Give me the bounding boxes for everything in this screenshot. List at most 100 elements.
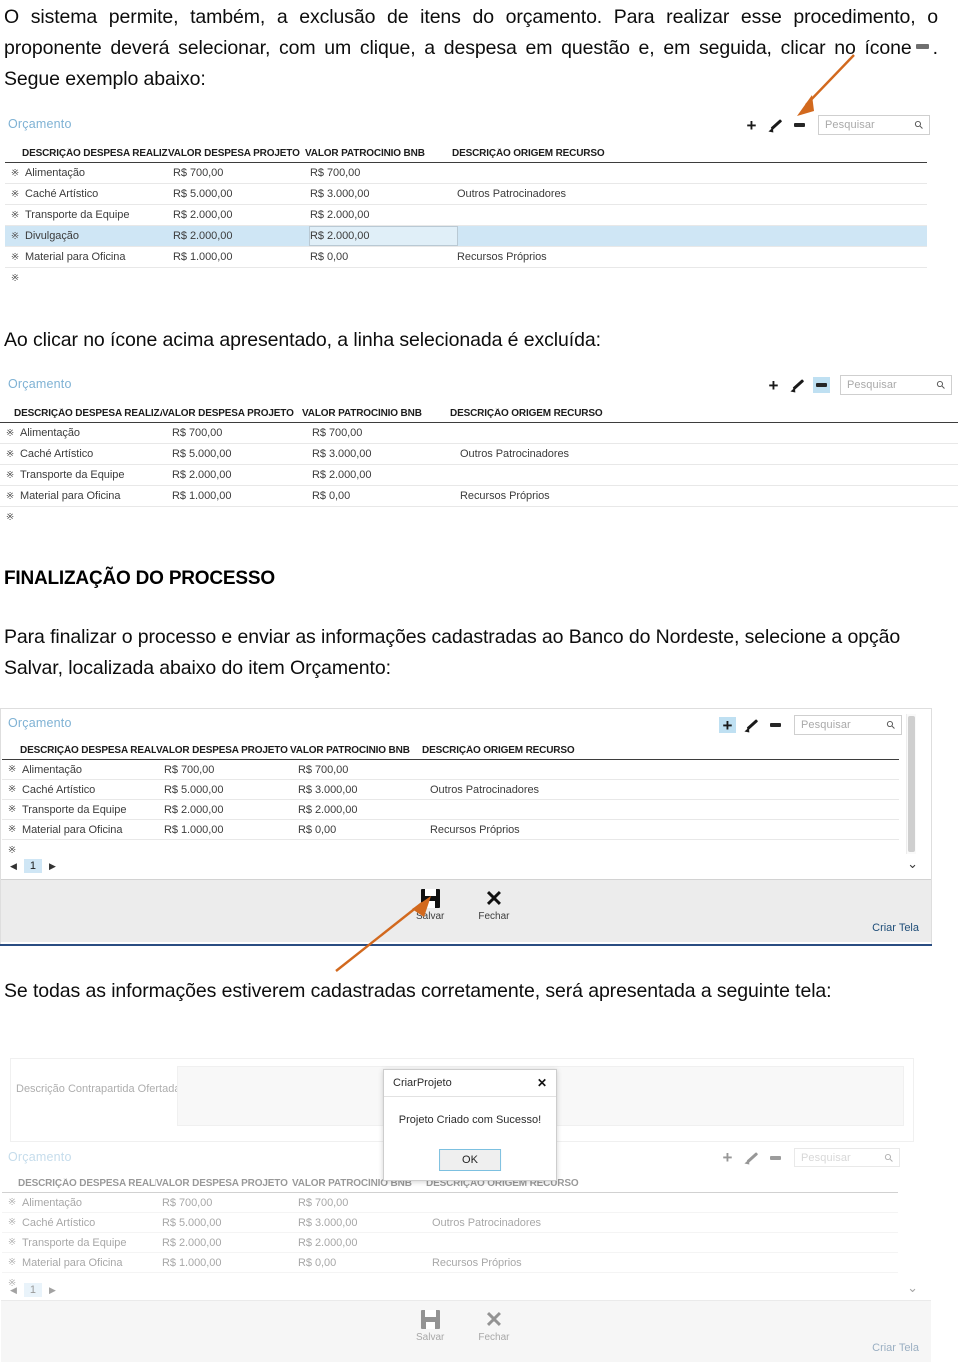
row-expand-icon[interactable]: ※ <box>5 252 25 263</box>
row-expand-icon[interactable]: ※ <box>2 1237 22 1248</box>
table-row[interactable]: ※ Transporte da Equipe R$ 2.000,00 R$ 2.000… <box>2 1233 898 1253</box>
row-expand-icon[interactable]: ※ <box>5 168 25 179</box>
chevron-down-icon[interactable]: ⌄ <box>907 1280 918 1296</box>
pager-prev-button[interactable]: ◀ <box>10 861 17 872</box>
new-row-placeholder[interactable]: ※ <box>2 840 899 860</box>
screenshot-budget-before-delete: Orçamento + Pesquisar ⚲ DESCRIÇÃO DESPES… <box>0 112 932 287</box>
cell-valor-despesa: R$ 5.000,00 <box>162 1216 222 1229</box>
search-icon: ⚲ <box>882 1150 897 1165</box>
remove-row-icon[interactable] <box>767 717 784 733</box>
chevron-down-icon[interactable]: ⌄ <box>907 856 918 872</box>
success-dialog-message: Projeto Criado com Sucesso! <box>398 1114 542 1126</box>
table-row[interactable]: ※ Material para Oficina R$ 1.000,00 R$ 0,00… <box>2 1253 898 1273</box>
cell-valor-despesa: R$ 700,00 <box>162 1196 213 1209</box>
minus-icon <box>915 43 929 49</box>
table-row[interactable]: ※ Caché Artístico R$ 5.000,00 R$ 3.000,00 Ou… <box>2 1213 898 1233</box>
edit-row-icon[interactable] <box>743 1150 760 1166</box>
row-expand-icon[interactable]: ※ <box>0 449 20 460</box>
cell-valor-patrocinio: R$ 700,00 <box>298 1196 349 1209</box>
save-button-label: Salvar <box>416 1332 445 1343</box>
cell-descricao: Caché Artístico <box>22 1216 96 1229</box>
table-row[interactable]: ※ Caché Artístico R$ 5.000,00 R$ 3.000,00 Ou… <box>5 184 927 205</box>
cell-origem: Recursos Próprios <box>457 251 547 263</box>
row-expand-icon[interactable]: ※ <box>2 784 22 795</box>
cell-descricao: Material para Oficina <box>20 490 121 502</box>
orcamento-section-title-1: Orçamento <box>8 117 72 131</box>
scrollbar-thumb-3[interactable] <box>908 716 915 852</box>
row-expand-icon[interactable]: ※ <box>2 1217 22 1228</box>
table-row[interactable]: ※ Alimentação R$ 700,00 R$ 700,00 <box>2 1193 898 1213</box>
cell-valor-patrocinio: R$ 2.000,00 <box>310 209 370 221</box>
cell-valor-despesa: R$ 700,00 <box>164 763 215 776</box>
close-button[interactable]: ✕ Fechar <box>478 1309 509 1344</box>
edit-row-icon[interactable] <box>743 717 760 733</box>
remove-row-icon[interactable] <box>791 117 808 133</box>
add-row-icon[interactable]: + <box>719 717 736 734</box>
cell-valor-patrocinio: R$ 2.000,00 <box>312 469 372 481</box>
floppy-disk-icon <box>420 1310 440 1329</box>
pager-page-1[interactable]: 1 <box>23 859 43 873</box>
pager-next-button[interactable]: ▶ <box>49 861 56 872</box>
save-button[interactable]: Salvar <box>416 1310 444 1343</box>
table-row[interactable]: ※ Material para Oficina R$ 1.000,00 R$ 0,00… <box>0 486 958 507</box>
add-row-icon[interactable]: + <box>743 117 760 134</box>
table-row[interactable]: ※ Transporte da Equipe R$ 2.000,00 R$ 2.000… <box>2 800 899 820</box>
col-valor-despesa: VALOR DESPESA PROJETO <box>168 148 300 159</box>
close-button[interactable]: ✕ Fechar <box>478 888 509 923</box>
table-row[interactable]: ※ Transporte da Equipe R$ 2.000,00 R$ 2.000… <box>5 205 927 226</box>
table-row[interactable]: ※ Caché Artístico R$ 5.000,00 R$ 3.000,00 Ou… <box>0 444 958 465</box>
remove-row-icon[interactable] <box>767 1150 784 1166</box>
cell-valor-patrocinio: R$ 3.000,00 <box>310 188 370 200</box>
row-expand-icon[interactable]: ※ <box>2 1197 22 1208</box>
row-expand-icon[interactable]: ※ <box>0 470 20 481</box>
row-expand-icon[interactable]: ※ <box>5 189 25 200</box>
table-header-2: DESCRIÇÃO DESPESA REALIZA VALOR DESPESA … <box>14 408 670 419</box>
table-row[interactable]: ※ Alimentação R$ 700,00 R$ 700,00 <box>5 163 927 184</box>
save-button[interactable]: Salvar <box>416 889 444 922</box>
row-expand-icon[interactable]: ※ <box>2 804 22 815</box>
row-expand-icon[interactable]: ※ <box>5 231 25 242</box>
cell-descricao: Transporte da Equipe <box>22 1236 127 1249</box>
row-expand-icon[interactable]: ※ <box>0 428 20 439</box>
table-row[interactable]: ※ Alimentação R$ 700,00 R$ 700,00 <box>0 423 958 444</box>
table-row[interactable]: ※ Divulgação R$ 2.000,00 R$ 2.000,00 <box>5 226 927 247</box>
table-row[interactable]: ※ Transporte da Equipe R$ 2.000,00 R$ 2.000… <box>0 465 958 486</box>
table-row[interactable]: ※ Material para Oficina R$ 1.000,00 R$ 0,00… <box>5 247 927 268</box>
paragraph-after-delete: Ao clicar no ícone acima apresentado, a … <box>4 329 601 351</box>
new-row-placeholder[interactable]: ※ <box>5 268 927 289</box>
pager-prev-button[interactable]: ◀ <box>10 1285 17 1296</box>
table-row[interactable]: ※ Caché Artístico R$ 5.000,00 R$ 3.000,00 Ou… <box>2 780 899 800</box>
search-box-2[interactable]: Pesquisar ⚲ <box>840 375 952 395</box>
pager-page-1[interactable]: 1 <box>23 1283 43 1297</box>
paragraph-intro-text-a: O sistema permite, também, a exclusão de… <box>4 6 938 59</box>
new-row-placeholder[interactable]: ※ <box>2 1273 898 1293</box>
search-box-1[interactable]: Pesquisar ⚲ <box>818 115 930 135</box>
edit-row-icon[interactable] <box>789 377 806 393</box>
row-expand-icon[interactable]: ※ <box>5 210 25 221</box>
table-header-1: DESCRIÇÃO DESPESA REALIZA VALOR DESPESA … <box>22 148 662 159</box>
add-row-icon[interactable]: + <box>765 377 782 394</box>
search-placeholder-2: Pesquisar <box>847 379 897 391</box>
add-row-icon[interactable]: + <box>719 1149 736 1166</box>
new-row-icon[interactable]: ※ <box>5 273 25 284</box>
search-box-3[interactable]: Pesquisar ⚲ <box>794 715 902 735</box>
pager-next-button[interactable]: ▶ <box>49 1285 56 1296</box>
row-expand-icon[interactable]: ※ <box>2 764 22 775</box>
dialog-close-icon[interactable]: ✕ <box>537 1076 547 1090</box>
criar-tela-link[interactable]: Criar Tela <box>872 1342 919 1354</box>
table-row[interactable]: ※ Alimentação R$ 700,00 R$ 700,00 <box>2 760 899 780</box>
search-box-4[interactable]: Pesquisar ⚲ <box>794 1148 900 1167</box>
row-expand-icon[interactable]: ※ <box>2 824 22 835</box>
criar-tela-link[interactable]: Criar Tela <box>872 922 919 934</box>
cell-descricao: Alimentação <box>22 763 82 776</box>
cell-valor-patrocinio: R$ 2.000,00 <box>309 226 458 246</box>
edit-row-icon[interactable] <box>767 117 784 133</box>
new-row-icon[interactable]: ※ <box>0 512 20 523</box>
row-expand-icon[interactable]: ※ <box>0 491 20 502</box>
row-expand-icon[interactable]: ※ <box>2 1257 22 1268</box>
remove-row-icon[interactable] <box>813 377 830 393</box>
dialog-ok-button[interactable]: OK <box>439 1149 501 1171</box>
table-row[interactable]: ※ Material para Oficina R$ 1.000,00 R$ 0,00… <box>2 820 899 840</box>
new-row-icon[interactable]: ※ <box>2 845 22 856</box>
new-row-placeholder[interactable]: ※ <box>0 507 958 528</box>
